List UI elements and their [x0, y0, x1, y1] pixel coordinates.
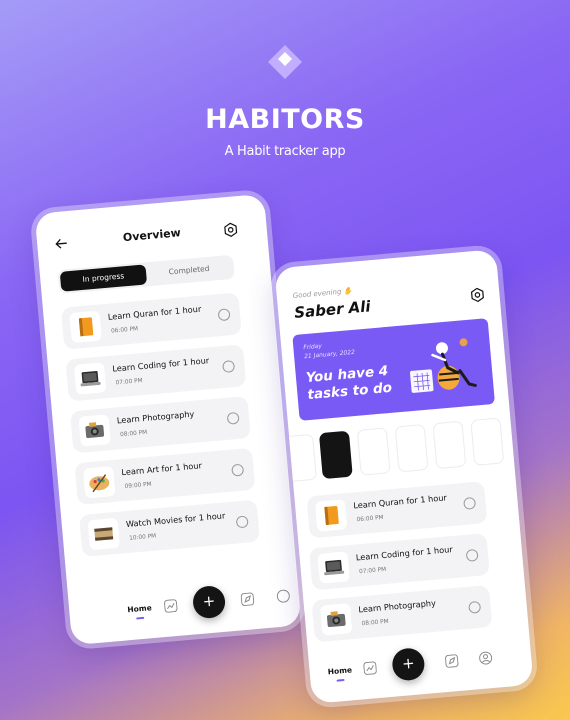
- task-time: 06:00 PM: [356, 514, 384, 524]
- task-item[interactable]: Learn Coding for 1 hour 07:00 PM: [308, 533, 490, 591]
- app-subtitle: A Habit tracker app: [224, 144, 346, 159]
- task-item[interactable]: Learn Photography 08:00 PM: [69, 396, 251, 454]
- banner-day: Friday: [303, 342, 323, 352]
- discover-icon[interactable]: [445, 654, 459, 668]
- task-name: Learn Quran for 1 hour: [352, 492, 448, 511]
- task-time: 07:00 PM: [115, 378, 143, 387]
- bottom-navigation: Home +: [68, 580, 301, 640]
- settings-gear-icon[interactable]: [222, 221, 239, 238]
- discover-icon[interactable]: [240, 592, 255, 607]
- task-name: Learn Photography: [116, 408, 195, 426]
- day-card[interactable]: [432, 420, 467, 470]
- add-habit-button[interactable]: +: [191, 584, 227, 620]
- settings-gear-icon[interactable]: [469, 286, 486, 303]
- add-habit-button[interactable]: +: [391, 646, 426, 682]
- day-card[interactable]: [394, 424, 429, 473]
- day-card[interactable]: [470, 417, 505, 466]
- day-selector: [283, 417, 514, 484]
- film-icon: [87, 517, 120, 551]
- laptop-icon: [73, 362, 107, 395]
- profile-icon[interactable]: [276, 589, 290, 603]
- task-name: Learn Photography: [357, 597, 437, 615]
- task-name: Learn Coding for 1 hour: [355, 544, 454, 563]
- book-icon: [314, 499, 348, 532]
- task-checkbox[interactable]: [222, 360, 236, 374]
- camera-icon: [319, 603, 353, 636]
- status-segmented-control: In progress Completed: [57, 254, 235, 294]
- greeting-text: Good evening ✋: [292, 286, 353, 300]
- task-name: Learn Quran for 1 hour: [107, 303, 202, 322]
- task-checkbox[interactable]: [226, 411, 240, 425]
- laptop-icon: [317, 551, 350, 584]
- chart-icon[interactable]: [363, 661, 377, 675]
- task-name: Learn Coding for 1 hour: [111, 355, 210, 374]
- task-checkbox[interactable]: [231, 463, 245, 477]
- task-item[interactable]: Learn Art for 1 hour 09:00 PM: [74, 447, 256, 506]
- habitors-logo: [268, 45, 302, 79]
- banner-message: You have 4 tasks to do: [305, 363, 393, 404]
- task-item[interactable]: Learn Coding for 1 hour 07:00 PM: [65, 344, 247, 402]
- user-name: Saber Ali: [293, 297, 372, 322]
- palette-icon: [82, 465, 116, 499]
- task-checkbox[interactable]: [465, 548, 479, 562]
- overview-header: Overview: [37, 218, 268, 258]
- illustration-person-icon: [410, 338, 477, 393]
- task-checkbox[interactable]: [468, 600, 482, 614]
- task-item[interactable]: Watch Movies for 1 hour 10:00 PM: [78, 499, 260, 557]
- day-card[interactable]: [356, 427, 391, 476]
- task-time: 07:00 PM: [358, 566, 387, 576]
- task-item[interactable]: Learn Quran for 1 hour 06:00 PM: [60, 292, 242, 350]
- task-time: 08:00 PM: [361, 618, 389, 628]
- tab-completed[interactable]: Completed: [145, 257, 232, 284]
- chart-icon[interactable]: [164, 599, 178, 613]
- tab-in-progress[interactable]: In progress: [59, 264, 148, 292]
- task-item[interactable]: Learn Quran for 1 hour 06:00 PM: [306, 481, 488, 539]
- profile-icon[interactable]: [479, 651, 493, 665]
- nav-home[interactable]: Home: [127, 603, 152, 614]
- nav-home[interactable]: Home: [327, 665, 352, 676]
- task-time: 06:00 PM: [110, 326, 139, 335]
- task-name: Learn Art for 1 hour: [120, 460, 203, 478]
- task-time: 08:00 PM: [119, 429, 148, 439]
- daily-summary-banner: Friday 21 January, 2022 You have 4 tasks…: [292, 318, 496, 421]
- task-checkbox[interactable]: [463, 496, 477, 510]
- book-icon: [69, 310, 102, 344]
- day-card-selected[interactable]: [318, 430, 353, 480]
- task-checkbox[interactable]: [235, 515, 249, 529]
- camera-icon: [78, 414, 111, 447]
- app-title: HABITORS: [205, 104, 365, 135]
- task-time: 10:00 PM: [128, 533, 157, 542]
- home-screen: Good evening ✋ Saber Ali Friday 21 Janua…: [274, 249, 534, 704]
- task-name: Watch Movies for 1 hour: [125, 510, 226, 530]
- task-item[interactable]: Learn Photography 08:00 PM: [311, 585, 493, 643]
- task-time: 09:00 PM: [124, 481, 152, 491]
- task-checkbox[interactable]: [217, 308, 231, 322]
- bottom-navigation: Home +: [308, 638, 533, 697]
- overview-screen: Overview In progress Completed Learn Qur…: [34, 193, 302, 646]
